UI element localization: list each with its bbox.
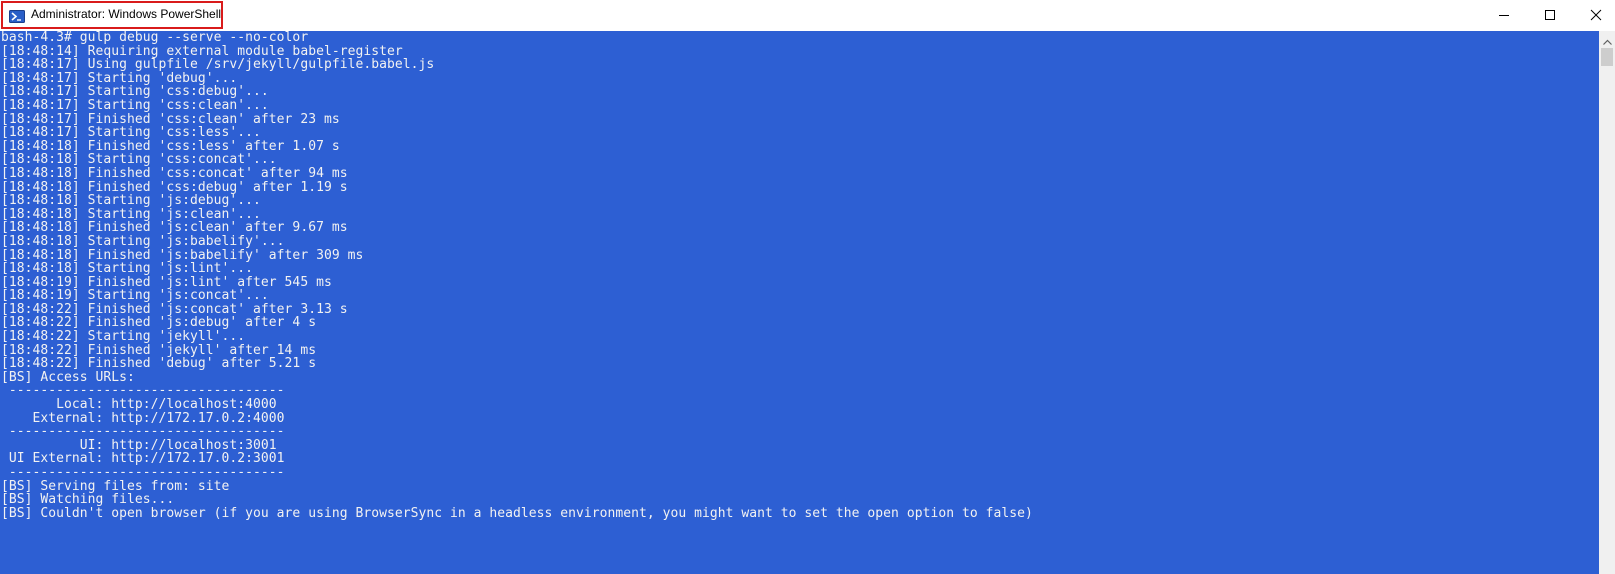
title-bar[interactable]: Administrator: Windows PowerShell [0,0,1615,31]
console-line: [18:48:22] Starting 'jekyll'... [1,329,246,345]
console-line: [BS] Access URLs: [1,369,135,385]
console-line: [18:48:18] Finished 'css:concat' after 9… [1,165,348,181]
console-line: [18:48:18] Finished 'css:debug' after 1.… [1,179,348,195]
console-line: ----------------------------------- [1,383,285,399]
console-line: ----------------------------------- [1,465,285,480]
console-line: [18:48:18] Finished 'js:babelify' after … [1,247,364,263]
console-line: [18:48:17] Starting 'css:clean'... [1,97,269,113]
console-line: UI External: http://172.17.0.2:3001 [1,451,285,467]
console-line: bash-4.3# gulp debug --serve --no-color [1,31,309,45]
console-line: [18:48:18] Finished 'css:less' after 1.0… [1,138,340,154]
window-title: Administrator: Windows PowerShell [31,7,222,21]
powershell-icon[interactable] [9,8,25,23]
console-line: [18:48:17] Using gulpfile /srv/jekyll/gu… [1,57,435,73]
console-line: [BS] Serving files from: site [1,478,230,494]
console-line: [BS] Couldn't open browser (if you are u… [1,505,1033,521]
minimize-button[interactable] [1481,0,1527,30]
console-line: [18:48:22] Finished 'js:debug' after 4 s [1,315,317,331]
console-line: [18:48:22] Finished 'debug' after 5.21 s [1,356,317,372]
console-line: [18:48:18] Starting 'js:babelify'... [1,233,285,249]
chevron-up-icon [1602,30,1612,49]
console-line: [18:48:18] Starting 'js:debug'... [1,193,261,209]
close-icon [1590,6,1602,25]
minimize-icon [1498,6,1510,25]
console-line: [18:48:18] Starting 'js:lint'... [1,261,254,277]
console-line: [18:48:19] Starting 'js:concat'... [1,288,269,304]
console-line: ----------------------------------- [1,424,285,440]
console-line: [18:48:17] Starting 'css:less'... [1,125,261,141]
console-text: bash-4.3# gulp debug --serve --no-color[… [0,31,1599,520]
console-line: [BS] Watching files... [1,492,175,508]
console-line: [18:48:17] Starting 'css:debug'... [1,84,269,100]
console-line: [18:48:19] Finished 'js:lint' after 545 … [1,274,332,290]
console-line: UI: http://localhost:3001 [1,437,277,453]
console-line: [18:48:17] Starting 'debug'... [1,70,238,86]
vertical-scrollbar[interactable] [1599,31,1615,574]
scroll-up-button[interactable] [1599,31,1615,47]
console-line: [18:48:14] Requiring external module bab… [1,43,403,59]
close-button[interactable] [1573,0,1615,30]
powershell-window: Administrator: Windows PowerShell bash-4… [0,0,1615,574]
console-line: [18:48:17] Finished 'css:clean' after 23… [1,111,340,127]
console-line: External: http://172.17.0.2:4000 [1,410,285,426]
console-line: [18:48:18] Finished 'js:clean' after 9.6… [1,220,348,236]
maximize-icon [1544,6,1556,25]
console-output[interactable]: bash-4.3# gulp debug --serve --no-color[… [0,31,1599,574]
console-line: [18:48:18] Starting 'css:concat'... [1,152,277,168]
maximize-button[interactable] [1527,0,1573,30]
console-line: Local: http://localhost:4000 [1,397,277,413]
console-line: [18:48:18] Starting 'js:clean'... [1,206,261,222]
scroll-thumb[interactable] [1601,48,1613,66]
console-line: [18:48:22] Finished 'js:concat' after 3.… [1,301,348,317]
console-line: [18:48:22] Finished 'jekyll' after 14 ms [1,342,317,358]
